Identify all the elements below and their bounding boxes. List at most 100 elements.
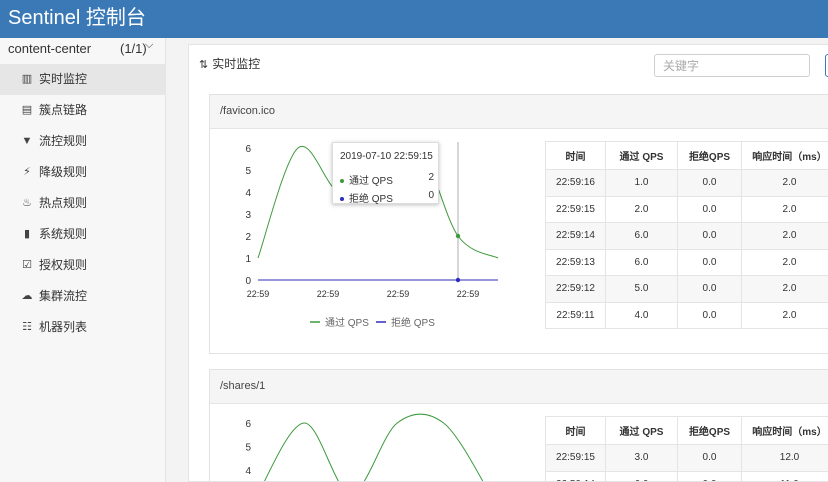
table-cell: 2.0 [605, 195, 678, 223]
app-name: content-center [8, 41, 92, 56]
resource-name: /favicon.ico [220, 105, 276, 117]
bolt-icon: ⚡ [23, 166, 31, 178]
sidebar-item[interactable]: ⚡ 降级规则 [0, 157, 166, 188]
x-tick-label: 22:59 [247, 289, 270, 299]
table-row: 22:59:13 6.0 0.0 2.0 [545, 248, 828, 276]
tooltip-block-value: 0 [428, 190, 434, 201]
table-cell: 5.0 [605, 275, 678, 303]
table-cell: 3.0 [605, 444, 678, 472]
sidebar-item-label: 流控规则 [39, 134, 88, 148]
sidebar-item-label: 系统规则 [39, 227, 88, 241]
table-cell: 6.0 [605, 470, 678, 481]
table-cell: 0.0 [677, 275, 742, 303]
y-tick-label: 2 [245, 232, 251, 243]
sidebar: content-center (1/1) ⌵ ▥ 实时监控 ▤ 簇点链路 ▼ 流控规则 ⚡ 降… [0, 38, 166, 482]
lock-icon: ▮ [23, 228, 31, 240]
table-cell: 0.0 [677, 195, 742, 223]
tooltip-block-label: 拒绝 QPS [349, 194, 393, 205]
sidebar-item[interactable]: ▼ 流控规则 [0, 126, 166, 157]
qps-chart[interactable]: 0 1 2 3 4 5 6 22:59 22:59 22:59 22:59 通过 QPS 拒绝 QPS … [210, 129, 530, 329]
sidebar-item-label: 降级规则 [39, 165, 88, 179]
list-icon: ▤ [21, 104, 33, 116]
legend-label: 通过 QPS [325, 316, 369, 329]
qps-chart[interactable]: 4 5 6 [210, 404, 530, 481]
y-tick-label: 4 [245, 188, 251, 199]
cloud-icon: ☁ [21, 290, 33, 302]
sidebar-item[interactable]: ☁ 集群流控 [0, 281, 166, 312]
y-tick-label: 0 [245, 276, 251, 287]
column-header: 时间 [545, 141, 606, 170]
series-line [264, 413, 484, 481]
y-tick-label: 5 [245, 166, 251, 177]
sidebar-item[interactable]: ♨ 热点规则 [0, 188, 166, 219]
x-tick-label: 22:59 [317, 289, 340, 299]
page-title: ⇅ 实时监控 [199, 55, 260, 72]
sidebar-item-label: 热点规则 [39, 196, 88, 210]
sidebar-item[interactable]: ☷ 机器列表 [0, 312, 166, 343]
sidebar-item-label: 实时监控 [39, 72, 88, 86]
resource-panel: /favicon.ico 0 1 2 3 4 5 6 22:59 22:59 22:59 22:59… [209, 94, 828, 354]
table-cell: 2.0 [741, 248, 828, 276]
panel-header: /favicon.ico [210, 95, 828, 129]
filter-icon: ▼ [21, 135, 33, 147]
table-row: 22:59:15 3.0 0.0 12.0 [545, 444, 828, 472]
sidebar-item-label: 机器列表 [39, 320, 88, 334]
chart-tooltip: 2019-07-10 22:59:15 通过 QPS 2 拒绝 QPS 0 [332, 142, 439, 205]
y-tick-label: 4 [245, 466, 251, 477]
block-dot [340, 197, 344, 202]
y-tick-label: 5 [245, 443, 251, 454]
pass-dot [340, 179, 344, 184]
table-cell: 22:59:14 [545, 470, 606, 481]
table-row: 22:59:12 5.0 0.0 2.0 [545, 275, 828, 303]
table-row: 22:59:11 4.0 0.0 2.0 [545, 301, 828, 329]
search-input[interactable] [654, 54, 810, 77]
app-selector[interactable]: content-center (1/1) ⌵ [0, 38, 166, 60]
tooltip-block-row: 拒绝 QPS 0 [340, 190, 434, 205]
resource-panel: /shares/1 456 时间 通过 QPS 拒绝QPS 响应时间（ms） 22:59… [209, 369, 828, 481]
table-cell: 22:59:13 [545, 248, 606, 276]
sidebar-item-label: 授权规则 [39, 258, 88, 272]
metrics-table: 时间 通过 QPS 拒绝QPS 响应时间（ms） 22:59:16 1.0 0.0 2.0 22… [545, 141, 828, 329]
table-cell: 2.0 [741, 275, 828, 303]
table-row: 22:59:15 2.0 0.0 2.0 [545, 195, 828, 223]
table-cell: 6.0 [605, 248, 678, 276]
sort-icon: ⇅ [199, 59, 209, 71]
table-cell: 22:59:14 [545, 222, 606, 250]
app-machine-count: (1/1) [120, 41, 147, 56]
x-tick-label: 22:59 [387, 289, 410, 299]
column-header: 拒绝QPS [677, 416, 742, 445]
table-cell: 0.0 [677, 470, 742, 481]
table-cell: 6.0 [605, 222, 678, 250]
table-cell: 22:59:15 [545, 444, 606, 472]
table-cell: 2.0 [741, 301, 828, 329]
table-cell: 2.0 [741, 222, 828, 250]
column-header: 拒绝QPS [677, 141, 742, 170]
qps-chart-svg: 4 5 6 [245, 413, 484, 481]
sidebar-item[interactable]: ▮ 系统规则 [0, 219, 166, 250]
column-header: 响应时间（ms） [741, 416, 828, 445]
sidebar-item[interactable]: ☑ 授权规则 [0, 250, 166, 281]
resource-name: /shares/1 [220, 380, 266, 392]
table-cell: 1.0 [605, 169, 678, 197]
column-header: 时间 [545, 416, 606, 445]
brand-title[interactable]: Sentinel 控制台 [8, 5, 146, 31]
bar-chart-icon: ▥ [21, 73, 33, 85]
table-cell: 12.0 [741, 444, 828, 472]
column-header: 通过 QPS [605, 141, 678, 170]
sidebar-item[interactable]: ▤ 簇点链路 [0, 95, 166, 126]
table-cell: 22:59:12 [545, 275, 606, 303]
table-row: 22:59:16 1.0 0.0 2.0 [545, 169, 828, 197]
fire-icon: ♨ [22, 197, 32, 209]
y-tick-label: 6 [245, 419, 251, 430]
x-tick-label: 22:59 [457, 289, 480, 299]
tooltip-pass-row: 通过 QPS 2 [340, 172, 434, 187]
table-cell: 4.0 [605, 301, 678, 329]
table-row: 22:59:14 6.0 0.0 2.0 [545, 222, 828, 250]
table-cell: 0.0 [677, 169, 742, 197]
table-cell: 22:59:15 [545, 195, 606, 223]
hover-point [455, 277, 461, 283]
sidebar-item[interactable]: ▥ 实时监控 [0, 64, 166, 95]
table-header-row: 时间 通过 QPS 拒绝QPS 响应时间（ms） [545, 416, 828, 445]
tooltip-pass-label: 通过 QPS [349, 176, 393, 187]
metrics-table: 时间通过 QPS拒绝QPS响应时间（ms）22:59:153.00.012.02… [545, 416, 828, 481]
